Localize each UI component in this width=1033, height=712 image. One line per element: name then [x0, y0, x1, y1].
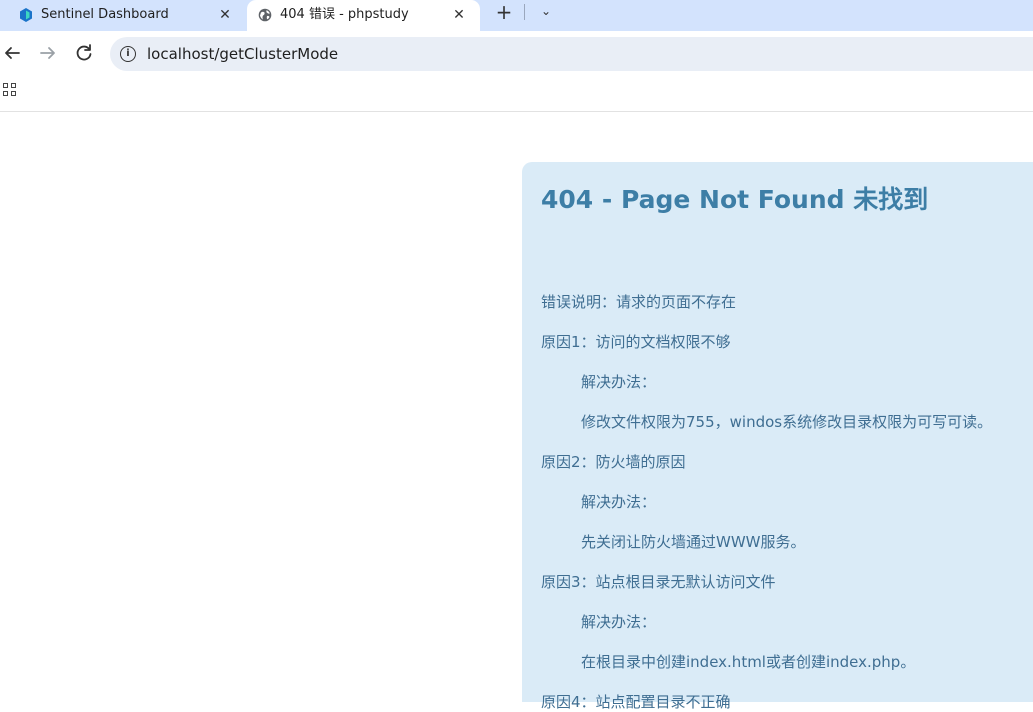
solution-label: 解决办法：	[581, 373, 657, 391]
solution-3: 在根目录中创建index.html或者创建index.php。	[581, 653, 916, 671]
tab-search-chevron-icon[interactable]: ⌄	[536, 2, 556, 22]
reason-3: 原因3：站点根目录无默认访问文件	[541, 573, 776, 591]
bookmarks-bar	[0, 77, 1033, 112]
solution-label: 解决办法：	[581, 613, 657, 631]
tab-404-phpstudy[interactable]: 404 错误 - phpstudy ✕	[247, 0, 480, 31]
site-info-icon[interactable]: i	[120, 46, 136, 62]
new-tab-button[interactable]: +	[493, 2, 515, 24]
close-tab-icon[interactable]: ✕	[450, 6, 468, 24]
reason-2: 原因2：防火墙的原因	[541, 453, 686, 471]
back-arrow-icon	[5, 47, 20, 59]
error-panel: 404 - Page Not Found 未找到 错误说明：请求的页面不存在 原…	[522, 162, 1033, 711]
apps-grid-icon[interactable]	[3, 83, 17, 97]
tab-strip: Sentinel Dashboard ✕ 404 错误 - phpstudy ✕…	[0, 0, 1033, 31]
tab-title: 404 错误 - phpstudy	[280, 7, 409, 22]
page-content: 404 - Page Not Found 未找到 错误说明：请求的页面不存在 原…	[0, 112, 1033, 711]
forward-button[interactable]	[36, 41, 60, 65]
reload-icon	[76, 44, 92, 61]
error-title: 404 - Page Not Found 未找到	[541, 185, 929, 214]
solution-1: 修改文件权限为755，windos系统修改目录权限为可写可读。	[581, 413, 993, 431]
tab-sentinel-dashboard[interactable]: Sentinel Dashboard ✕	[8, 0, 246, 31]
tab-separator	[524, 4, 525, 20]
back-button[interactable]	[0, 41, 24, 65]
reload-button[interactable]	[72, 41, 96, 65]
url-text[interactable]: localhost/getClusterMode	[147, 45, 338, 63]
address-bar[interactable]: i localhost/getClusterMode	[110, 37, 1033, 71]
forward-arrow-icon	[40, 47, 55, 59]
solution-2: 先关闭让防火墙通过WWW服务。	[581, 533, 806, 551]
reason-4: 原因4：站点配置目录不正确	[541, 693, 731, 711]
close-tab-icon[interactable]: ✕	[216, 6, 234, 24]
globe-icon	[258, 8, 272, 22]
solution-label: 解决办法：	[581, 493, 657, 511]
reason-1: 原因1：访问的文档权限不够	[541, 333, 731, 351]
error-description: 错误说明：请求的页面不存在	[541, 293, 737, 311]
sentinel-icon	[20, 8, 32, 22]
tab-title: Sentinel Dashboard	[41, 7, 169, 22]
browser-toolbar: i localhost/getClusterMode	[0, 31, 1033, 77]
